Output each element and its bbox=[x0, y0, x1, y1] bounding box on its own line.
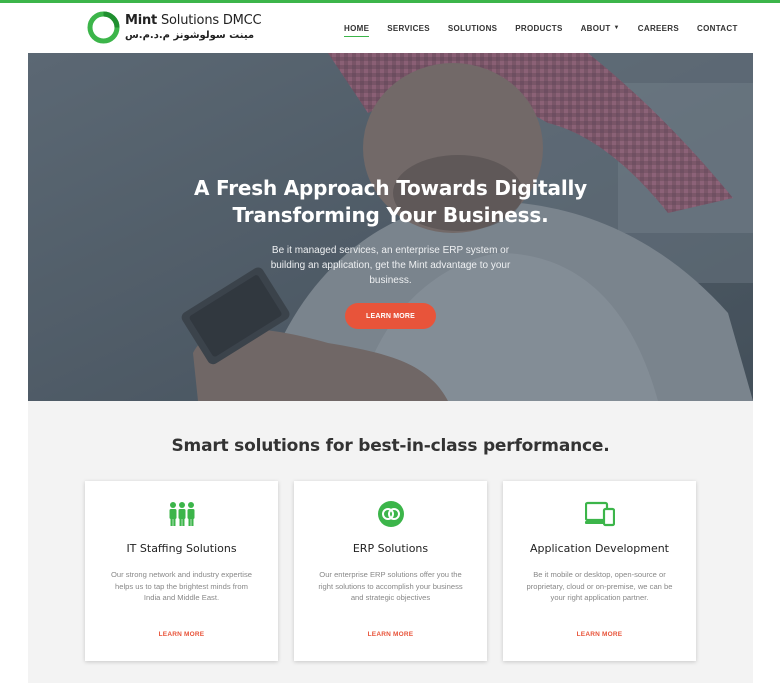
card-title: ERP Solutions bbox=[352, 542, 429, 555]
learn-more-link[interactable]: LEARN MORE bbox=[85, 631, 278, 638]
nav-solutions[interactable]: SOLUTIONS bbox=[446, 3, 499, 53]
site-header: Mint Solutions DMCC مينت سولوشونز م.د.م.… bbox=[0, 3, 780, 53]
erp-rings-icon bbox=[377, 501, 404, 527]
learn-more-link[interactable]: LEARN MORE bbox=[294, 631, 487, 638]
learn-more-link[interactable]: LEARN MORE bbox=[503, 631, 696, 638]
nav-products[interactable]: PRODUCTS bbox=[513, 3, 564, 53]
hero-subtitle: Be it managed services, an enterprise ER… bbox=[270, 245, 511, 286]
nav-about[interactable]: ABOUT ▼ bbox=[579, 3, 622, 53]
card-description: Our strong network and industry expertis… bbox=[111, 570, 252, 602]
brand-name-arabic: مينت سولوشونز م.د.م.س bbox=[125, 30, 255, 41]
hero-learn-more-button[interactable]: LEARN MORE bbox=[345, 303, 436, 329]
solutions-section: Smart solutions for best-in-class perfor… bbox=[28, 401, 753, 683]
nav-careers[interactable]: CAREERS bbox=[636, 3, 681, 53]
main-nav: HOME SERVICES SOLUTIONS PRODUCTS ABOUT ▼ … bbox=[342, 3, 754, 53]
section-heading: Smart solutions for best-in-class perfor… bbox=[171, 436, 610, 456]
logo-ring-icon bbox=[87, 11, 120, 44]
card-description: Be it mobile or desktop, open-source or … bbox=[526, 570, 673, 602]
nav-home[interactable]: HOME bbox=[342, 3, 371, 53]
hero-title: A Fresh Approach Towards Digitally Trans… bbox=[193, 176, 587, 227]
brand-name: Mint Solutions DMCC bbox=[125, 13, 262, 28]
solution-card-app-dev: Application Development Be it mobile or … bbox=[503, 481, 696, 661]
nav-contact[interactable]: CONTACT bbox=[695, 3, 740, 53]
devices-icon bbox=[584, 501, 615, 527]
caret-down-icon: ▼ bbox=[613, 25, 620, 31]
card-title: Application Development bbox=[529, 542, 669, 555]
solution-card-erp: ERP Solutions Our enterprise ERP solutio… bbox=[294, 481, 487, 661]
brand-logo[interactable]: Mint Solutions DMCC مينت سولوشونز م.د.م.… bbox=[87, 11, 262, 47]
nav-services[interactable]: SERVICES bbox=[385, 3, 432, 53]
people-icon bbox=[169, 502, 194, 526]
hero-banner: A Fresh Approach Towards Digitally Trans… bbox=[28, 53, 753, 401]
solution-card-it-staffing: IT Staffing Solutions Our strong network… bbox=[85, 481, 278, 661]
card-title: IT Staffing Solutions bbox=[126, 542, 237, 555]
card-description: Our enterprise ERP solutions offer you t… bbox=[318, 570, 463, 602]
